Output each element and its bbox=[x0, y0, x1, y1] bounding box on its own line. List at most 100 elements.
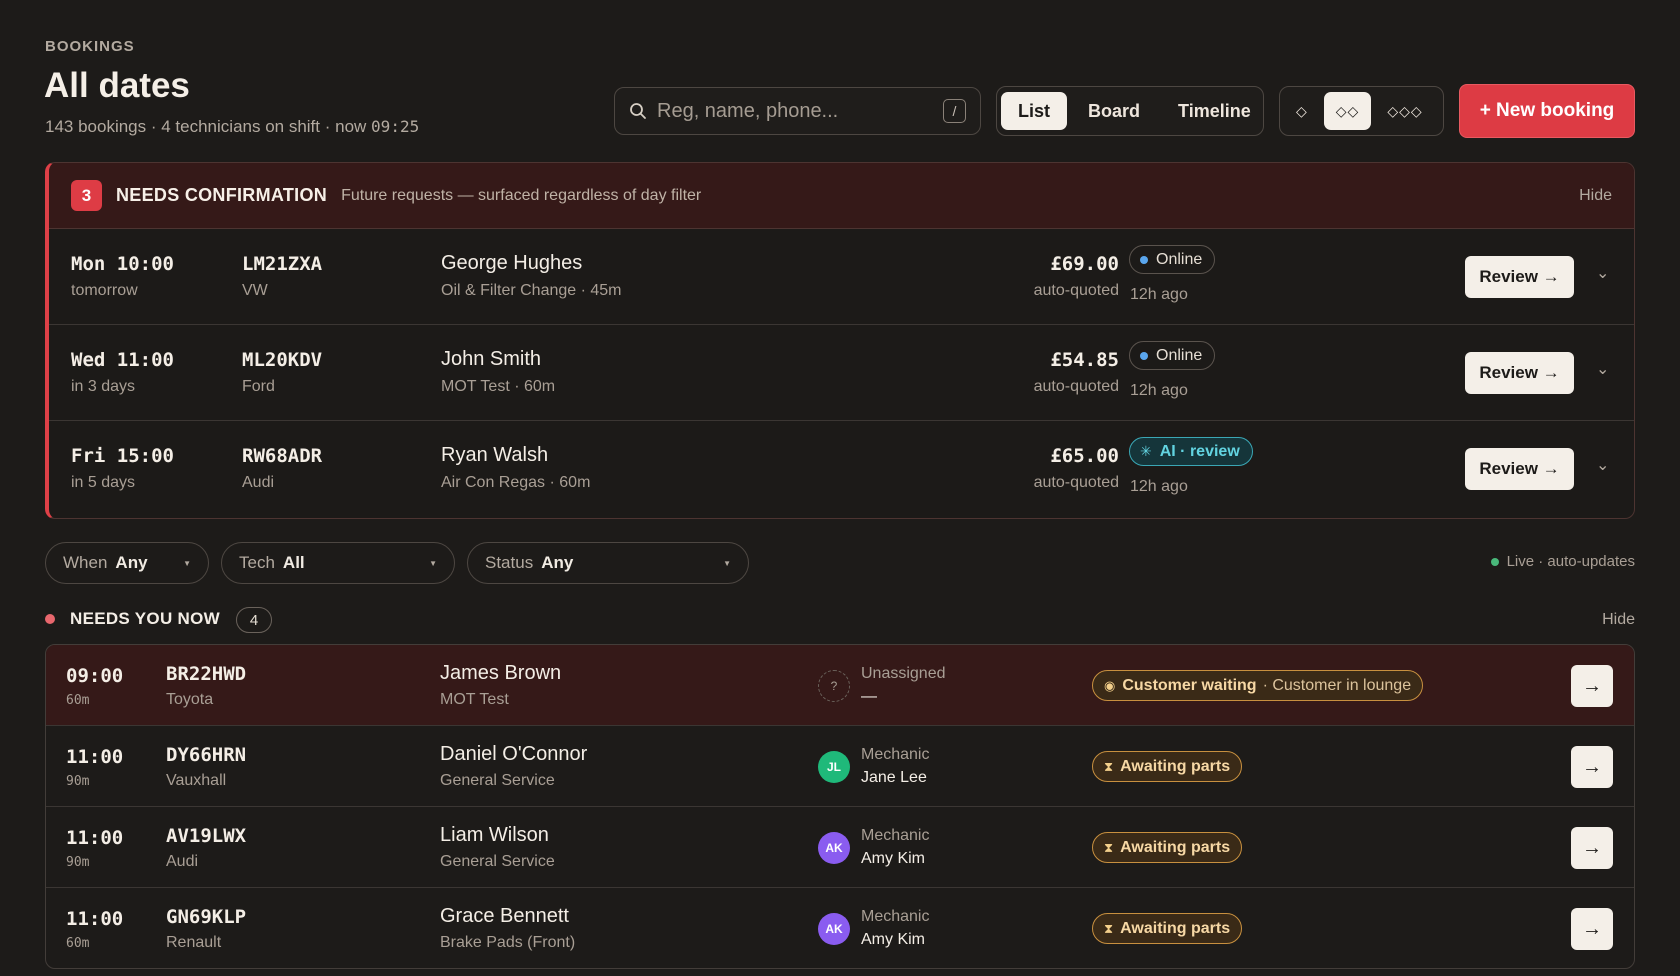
avatar: AK bbox=[818, 913, 850, 945]
confirmation-hide-link[interactable]: Hide bbox=[1579, 187, 1612, 205]
service-name: Brake Pads (Front) bbox=[440, 934, 576, 951]
service-summary: Air Con Regas · 60m bbox=[441, 474, 591, 491]
vehicle-reg: DY66HRN bbox=[166, 744, 247, 766]
subtitle-text: 143 bookings · 4 technicians on shift · … bbox=[45, 117, 367, 136]
customer-name: John Smith bbox=[441, 348, 542, 370]
view-list-option[interactable]: List bbox=[1001, 92, 1068, 130]
when-filter[interactable]: When Any ▼ bbox=[45, 542, 209, 584]
needs-you-now-table: 09:00 60m BR22HWD Toyota James Brown MOT… bbox=[45, 644, 1635, 969]
caret-down-icon: ▼ bbox=[429, 558, 437, 568]
status-badge: ◉ Customer waiting · Customer in lounge bbox=[1092, 670, 1424, 701]
review-button[interactable]: Review → bbox=[1465, 352, 1574, 394]
booking-time: 11:00 bbox=[66, 746, 124, 768]
search-box[interactable]: / bbox=[614, 87, 981, 135]
search-input[interactable] bbox=[657, 99, 943, 123]
quote-price: £54.85 bbox=[1050, 349, 1119, 371]
status-label: Customer waiting bbox=[1122, 676, 1257, 694]
current-time: 09:25 bbox=[371, 117, 420, 136]
filter-label: Status bbox=[485, 553, 534, 572]
needs-confirmation-header: 3 NEEDS CONFIRMATION Future requests — s… bbox=[49, 163, 1634, 229]
quote-price: £69.00 bbox=[1050, 253, 1119, 275]
avatar: JL bbox=[818, 751, 850, 783]
page-title: All dates bbox=[44, 66, 190, 105]
unassigned-avatar[interactable]: ? bbox=[818, 670, 850, 702]
booking-time: 09:00 bbox=[66, 665, 124, 687]
open-booking-button[interactable]: → bbox=[1571, 746, 1613, 788]
chevron-down-icon[interactable]: ⌄ bbox=[1596, 263, 1609, 283]
view-board-option[interactable]: Board bbox=[1071, 92, 1157, 130]
new-booking-button[interactable]: + New booking bbox=[1459, 84, 1635, 138]
view-switcher: List Board Timeline bbox=[996, 86, 1264, 136]
confirmation-row[interactable]: Fri 15:00 in 5 days RW68ADR Audi Ryan Wa… bbox=[49, 421, 1634, 517]
search-icon bbox=[630, 103, 646, 119]
tech-role: Unassigned bbox=[861, 665, 946, 682]
source-label: AI · review bbox=[1159, 442, 1240, 460]
status-badge: ⧗ Awaiting parts bbox=[1092, 913, 1243, 944]
confirmation-row[interactable]: Mon 10:00 tomorrow LM21ZXA VW George Hug… bbox=[49, 229, 1634, 325]
open-booking-button[interactable]: → bbox=[1571, 827, 1613, 869]
density-compact-option[interactable]: ◇ bbox=[1284, 92, 1320, 130]
filter-label: When bbox=[63, 553, 108, 572]
booking-datetime: Fri 15:00 bbox=[71, 445, 174, 467]
source-badge: Online bbox=[1129, 245, 1216, 274]
open-booking-button[interactable]: → bbox=[1571, 665, 1613, 707]
booking-relative-date: in 3 days bbox=[71, 378, 136, 395]
needs-you-now-hide-link[interactable]: Hide bbox=[1602, 611, 1635, 629]
confirmation-subtitle: Future requests — surfaced regardless of… bbox=[341, 186, 702, 204]
search-shortcut-key: / bbox=[943, 99, 966, 123]
page-subtitle: 143 bookings · 4 technicians on shift · … bbox=[45, 117, 419, 137]
arrow-right-icon: → bbox=[1582, 674, 1602, 697]
vehicle-reg: GN69KLP bbox=[166, 906, 247, 928]
vehicle-make: Audi bbox=[166, 853, 199, 870]
service-name: MOT Test bbox=[440, 691, 509, 708]
booking-duration: 90m bbox=[66, 855, 90, 870]
review-button[interactable]: Review → bbox=[1465, 448, 1574, 490]
density-normal-option[interactable]: ◇◇ bbox=[1323, 92, 1372, 130]
status-note: · Customer in lounge bbox=[1262, 676, 1412, 694]
booking-duration: 60m bbox=[66, 936, 90, 951]
filter-value: Any bbox=[541, 553, 574, 572]
source-label: Online bbox=[1156, 346, 1203, 364]
avatar: AK bbox=[818, 832, 850, 864]
quote-note: auto-quoted bbox=[1033, 282, 1119, 299]
filter-label: Tech bbox=[239, 553, 275, 572]
chevron-down-icon[interactable]: ⌄ bbox=[1596, 359, 1609, 379]
tech-name: Jane Lee bbox=[861, 769, 927, 786]
status-filter[interactable]: Status Any ▼ bbox=[467, 542, 749, 584]
vehicle-reg: LM21ZXA bbox=[242, 253, 323, 275]
service-summary: Oil & Filter Change · 45m bbox=[441, 282, 622, 299]
booking-row[interactable]: 11:00 60m GN69KLP Renault Grace Bennett … bbox=[46, 888, 1634, 968]
customer-name: Daniel O'Connor bbox=[440, 743, 588, 765]
customer-name: James Brown bbox=[440, 662, 562, 684]
vehicle-make: Vauxhall bbox=[166, 772, 227, 789]
page-eyebrow: BOOKINGS bbox=[45, 38, 135, 55]
confirmation-count-badge: 3 bbox=[71, 180, 102, 211]
vehicle-reg: AV19LWX bbox=[166, 825, 247, 847]
chevron-down-icon[interactable]: ⌄ bbox=[1596, 455, 1609, 475]
needs-you-now-count: 4 bbox=[236, 607, 272, 633]
request-age: 12h ago bbox=[1130, 286, 1188, 303]
service-name: General Service bbox=[440, 772, 555, 789]
tech-role: Mechanic bbox=[861, 908, 930, 925]
booking-row[interactable]: 11:00 90m AV19LWX Audi Liam Wilson Gener… bbox=[46, 807, 1634, 888]
confirmation-row[interactable]: Wed 11:00 in 3 days ML20KDV Ford John Sm… bbox=[49, 325, 1634, 421]
view-timeline-option[interactable]: Timeline bbox=[1161, 92, 1268, 130]
sparkle-icon: ✳ bbox=[1140, 443, 1152, 459]
arrow-right-icon: → bbox=[1582, 917, 1602, 940]
vehicle-make: Toyota bbox=[166, 691, 214, 708]
booking-row[interactable]: 09:00 60m BR22HWD Toyota James Brown MOT… bbox=[46, 645, 1634, 726]
density-comfortable-option[interactable]: ◇◇◇ bbox=[1375, 92, 1434, 130]
hourglass-icon: ⧗ bbox=[1104, 758, 1114, 774]
ai-review-badge: ✳ AI · review bbox=[1129, 437, 1253, 466]
customer-name: Grace Bennett bbox=[440, 905, 569, 927]
filter-value: Any bbox=[115, 553, 148, 572]
review-button[interactable]: Review → bbox=[1465, 256, 1574, 298]
quote-note: auto-quoted bbox=[1033, 474, 1119, 491]
open-booking-button[interactable]: → bbox=[1571, 908, 1613, 950]
live-text: Live · auto-updates bbox=[1506, 553, 1635, 570]
tech-filter[interactable]: Tech All ▼ bbox=[221, 542, 455, 584]
booking-row[interactable]: 11:00 90m DY66HRN Vauxhall Daniel O'Conn… bbox=[46, 726, 1634, 807]
request-age: 12h ago bbox=[1130, 382, 1188, 399]
customer-name: Liam Wilson bbox=[440, 824, 549, 846]
tech-role: Mechanic bbox=[861, 827, 930, 844]
